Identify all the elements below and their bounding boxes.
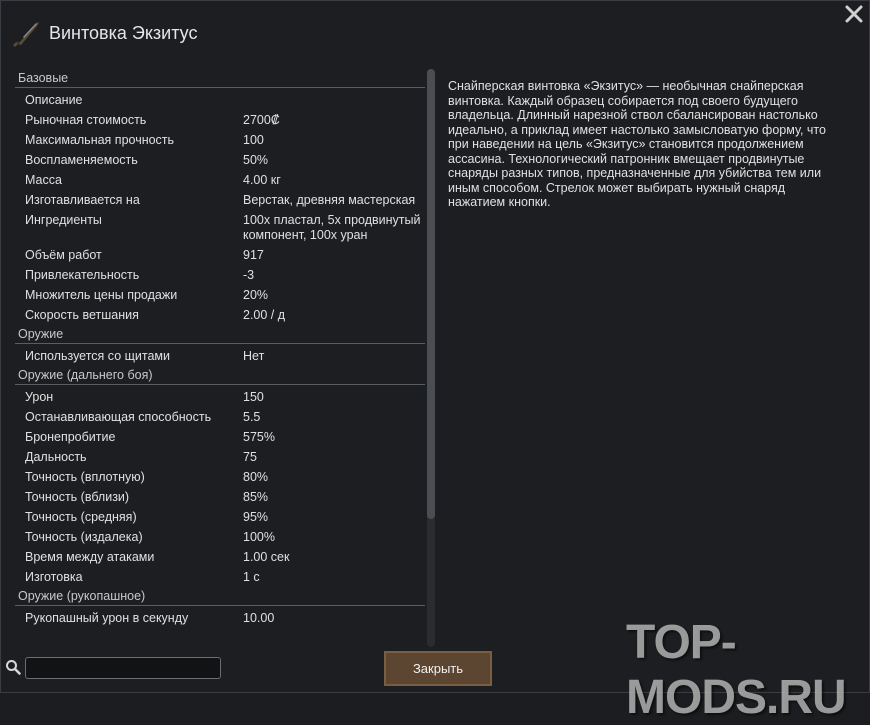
stat-value: 1 с: [243, 569, 260, 584]
stat-row[interactable]: Останавливающая способность 5.5: [15, 407, 425, 427]
close-button[interactable]: Закрыть: [384, 651, 492, 686]
stat-row[interactable]: Дальность 75: [15, 447, 425, 467]
stat-row[interactable]: Рыночная стоимость 2700₡: [15, 110, 425, 130]
stat-row[interactable]: Точность (средняя) 95%: [15, 507, 425, 527]
stat-value: 100x пластал, 5x продвинутый компонент, …: [243, 212, 421, 242]
stat-label: Объём работ: [25, 247, 102, 262]
stat-value: -3: [243, 267, 255, 282]
stat-label: Используется со щитами: [25, 348, 170, 363]
stat-row[interactable]: Максимальная прочность 100: [15, 130, 425, 150]
stat-value: 1.00 сек: [243, 549, 290, 564]
stat-category: Оружие (дальнего боя): [15, 366, 425, 385]
stat-label: Множитель цены продажи: [25, 287, 178, 302]
stat-label: Дальность: [25, 449, 87, 464]
stat-value: 100%: [243, 529, 275, 544]
stat-value: 917: [243, 247, 264, 262]
stat-label: Рукопашный урон в секунду: [25, 610, 189, 625]
stat-value: 50%: [243, 152, 269, 167]
stat-label: Масса: [25, 172, 62, 187]
stat-row[interactable]: Скорость ветшания 2.00 / д: [15, 305, 425, 325]
stat-value: Верстак, древняя мастерская: [243, 192, 416, 207]
stat-label: Описание: [25, 92, 83, 107]
stat-row[interactable]: Используется со щитами Нет: [15, 346, 425, 366]
stat-label: Останавливающая способность: [25, 409, 212, 424]
search-icon: [6, 660, 21, 675]
stat-value: 2700₡: [243, 112, 280, 127]
close-icon[interactable]: [843, 3, 865, 25]
item-info-window: Винтовка Экзитус Базовые Описание Рыночная…: [0, 0, 870, 724]
stat-row[interactable]: Воспламеняемость 50%: [15, 150, 425, 170]
stat-value: Нет: [243, 348, 265, 363]
stat-row[interactable]: Изготавливается на Верстак, древняя масте…: [15, 190, 425, 210]
stat-category: Оружие: [15, 325, 425, 344]
watermark: TOP-MODS.RU: [626, 616, 847, 724]
stat-row[interactable]: Множитель цены продажи 20%: [15, 285, 425, 305]
stat-label: Воспламеняемость: [25, 152, 138, 167]
stat-value: 575%: [243, 429, 275, 444]
stat-label: Бронепробитие: [25, 429, 116, 444]
title-row: Винтовка Экзитус: [9, 17, 197, 49]
stat-label: Рыночная стоимость: [25, 112, 147, 127]
stat-row[interactable]: Рукопашный урон в секунду 10.00: [15, 608, 425, 628]
stats-list: Базовые Описание Рыночная стоимость 2700₡ Ма…: [15, 69, 425, 649]
stat-row[interactable]: Изготовка 1 с: [15, 567, 425, 587]
stat-row[interactable]: Урон 150: [15, 387, 425, 407]
stat-value: 150: [243, 389, 264, 404]
stat-label: Максимальная прочность: [25, 132, 175, 147]
stat-row[interactable]: Время между атаками 1.00 сек: [15, 547, 425, 567]
stat-value: 95%: [243, 509, 269, 524]
stat-category: Базовые: [15, 69, 425, 88]
rifle-icon: [13, 22, 39, 47]
stat-label: Привлекательность: [25, 267, 140, 282]
stat-category: Оружие (рукопашное): [15, 587, 425, 606]
stat-value: 80%: [243, 469, 269, 484]
stat-label: Ингредиенты: [25, 212, 102, 227]
scrollbar-thumb[interactable]: [427, 69, 435, 519]
stat-label: Урон: [25, 389, 54, 404]
window-title: Винтовка Экзитус: [49, 22, 198, 43]
stat-row[interactable]: Объём работ 917: [15, 245, 425, 265]
stat-row[interactable]: Точность (вплотную) 80%: [15, 467, 425, 487]
stat-label: Точность (вблизи): [25, 489, 130, 504]
stat-row[interactable]: Описание: [15, 90, 425, 110]
stat-row[interactable]: Масса 4.00 кг: [15, 170, 425, 190]
stat-value: 85%: [243, 489, 269, 504]
stat-row[interactable]: Точность (издалека) 100%: [15, 527, 425, 547]
stat-label: Время между атаками: [25, 549, 155, 564]
stat-value: 4.00 кг: [243, 172, 281, 187]
stat-value: [243, 93, 425, 108]
stat-label: Изготовка: [25, 569, 83, 584]
item-description: Снайперская винтовка «Экзитус» — необычн…: [448, 79, 826, 209]
stat-value: 20%: [243, 287, 269, 302]
stat-value: 10.00: [243, 610, 275, 625]
stat-label: Точность (средняя): [25, 509, 137, 524]
stat-row[interactable]: Точность (вблизи) 85%: [15, 487, 425, 507]
stat-label: Точность (издалека): [25, 529, 143, 544]
stat-value: 2.00 / д: [243, 307, 286, 322]
stat-value: 5.5: [243, 409, 261, 424]
stat-value: 100: [243, 132, 264, 147]
stat-row[interactable]: Привлекательность -3: [15, 265, 425, 285]
stat-value: 75: [243, 449, 257, 464]
stat-row[interactable]: Бронепробитие 575%: [15, 427, 425, 447]
stat-row[interactable]: Ингредиенты 100x пластал, 5x продвинутый …: [15, 210, 425, 245]
stats-scrollbar[interactable]: [427, 69, 435, 647]
search-input[interactable]: [25, 657, 221, 679]
stat-label: Точность (вплотную): [25, 469, 145, 484]
stat-label: Изготавливается на: [25, 192, 140, 207]
stat-label: Скорость ветшания: [25, 307, 139, 322]
